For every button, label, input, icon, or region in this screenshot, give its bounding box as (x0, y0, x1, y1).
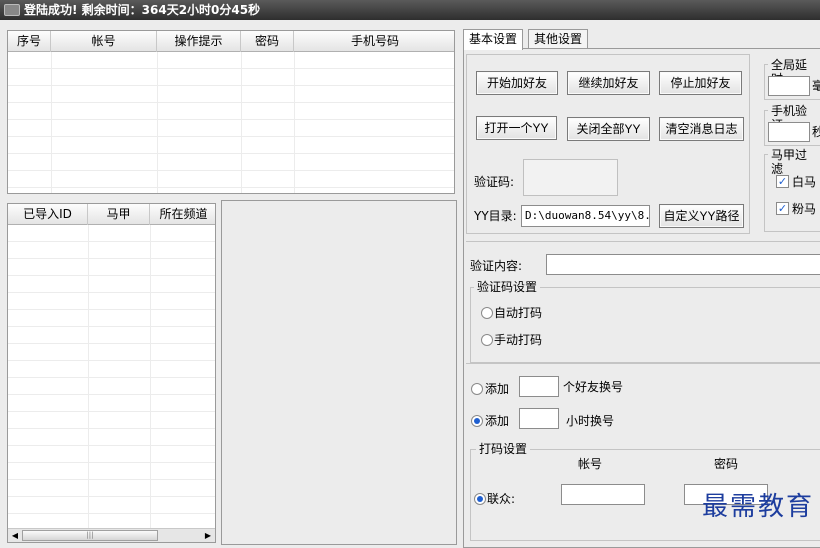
accounts-table-body[interactable] (8, 52, 454, 193)
switch-add-label-2: 添加 (485, 414, 510, 428)
captcha-settings-group (470, 287, 820, 363)
app-icon (4, 4, 20, 16)
message-log-panel[interactable] (221, 200, 457, 545)
accounts-table-header: 序号 帐号 操作提示 密码 手机号码 (8, 31, 454, 52)
captcha-image (523, 159, 618, 196)
custom-yy-path-button[interactable]: 自定义YY路径 (659, 204, 744, 228)
col-header-imported-id[interactable]: 已导入ID (8, 204, 88, 225)
scrollbar-thumb[interactable]: ||| (22, 530, 158, 541)
col-header-hint[interactable]: 操作提示 (157, 31, 241, 52)
title-bar: 登陆成功! 剩余时间：364天2小时0分45秒 (0, 0, 820, 20)
scrollbar-grip: ||| (86, 531, 94, 539)
divider (466, 363, 820, 364)
col-header-vest[interactable]: 马甲 (88, 204, 150, 225)
imported-table-header: 已导入ID 马甲 所在频道 (8, 204, 215, 225)
auto-captcha-radio[interactable] (481, 307, 493, 319)
resume-add-friends-button[interactable]: 继续加好友 (567, 71, 650, 95)
friends-switch-suffix: 个好友换号 (563, 380, 624, 394)
lianzhong-radio[interactable] (474, 493, 486, 505)
stop-add-friends-button[interactable]: 停止加好友 (659, 71, 742, 95)
coding-settings-title: 打码设置 (476, 442, 531, 456)
window-title: 登陆成功! 剩余时间：364天2小时0分45秒 (24, 3, 261, 17)
verify-content-input[interactable] (546, 254, 820, 275)
yy-dir-label: YY目录: (474, 209, 517, 223)
clear-log-button[interactable]: 清空消息日志 (659, 117, 744, 141)
yy-dir-input[interactable]: D:\duowan8.54\yy\8.5 (521, 205, 650, 227)
pink-vest-label: 粉马 (792, 202, 817, 216)
phone-verify-unit: 秒 (812, 125, 820, 139)
white-vest-checkbox[interactable]: ✓ (776, 175, 789, 188)
white-vest-label: 白马 (792, 175, 817, 189)
col-header-password[interactable]: 密码 (241, 31, 294, 52)
close-all-yy-button[interactable]: 关闭全部YY (567, 117, 650, 141)
manual-captcha-label: 手动打码 (494, 333, 543, 347)
hours-switch-suffix: 小时换号 (566, 414, 615, 428)
auto-captcha-label: 自动打码 (494, 306, 543, 320)
tab-other-settings[interactable]: 其他设置 (528, 29, 589, 49)
friends-count-input[interactable] (519, 376, 559, 397)
vest-filter-title: 马甲过滤 (768, 148, 820, 176)
start-add-friends-button[interactable]: 开始加好友 (476, 71, 558, 95)
col-header-index[interactable]: 序号 (8, 31, 51, 52)
captcha-label: 验证码: (474, 175, 515, 189)
captcha-settings-title: 验证码设置 (474, 280, 541, 294)
coding-account-header: 帐号 (578, 457, 603, 471)
switch-by-hours-radio[interactable] (471, 415, 483, 427)
switch-by-friends-radio[interactable] (471, 383, 483, 395)
phone-verify-input[interactable] (768, 122, 810, 142)
hours-count-input[interactable] (519, 408, 559, 429)
scroll-left-arrow-icon[interactable]: ◀ (10, 531, 20, 541)
watermark-logo: 最需教育 (701, 492, 814, 522)
global-delay-unit: 毫 (812, 79, 820, 93)
open-yy-button[interactable]: 打开一个YY (476, 116, 557, 140)
coding-password-header: 密码 (714, 457, 739, 471)
switch-add-label-1: 添加 (485, 382, 510, 396)
global-delay-input[interactable] (768, 76, 810, 96)
imported-table[interactable]: 已导入ID 马甲 所在频道 ◀ ||| ▶ (7, 203, 216, 543)
imported-table-body[interactable] (8, 225, 215, 542)
col-header-channel[interactable]: 所在频道 (150, 204, 215, 225)
scroll-right-arrow-icon[interactable]: ▶ (203, 531, 213, 541)
lianzhong-label: 联众: (487, 492, 516, 506)
divider (466, 241, 820, 242)
tab-basic-settings[interactable]: 基本设置 (463, 29, 524, 50)
col-header-phone[interactable]: 手机号码 (294, 31, 454, 52)
col-header-account[interactable]: 帐号 (51, 31, 157, 52)
accounts-table[interactable]: 序号 帐号 操作提示 密码 手机号码 (7, 30, 455, 194)
manual-captcha-radio[interactable] (481, 334, 493, 346)
coding-account-input[interactable] (561, 484, 645, 505)
pink-vest-checkbox[interactable]: ✓ (776, 202, 789, 215)
horizontal-scrollbar[interactable]: ◀ ||| ▶ (8, 528, 215, 542)
verify-content-label: 验证内容: (470, 259, 523, 273)
